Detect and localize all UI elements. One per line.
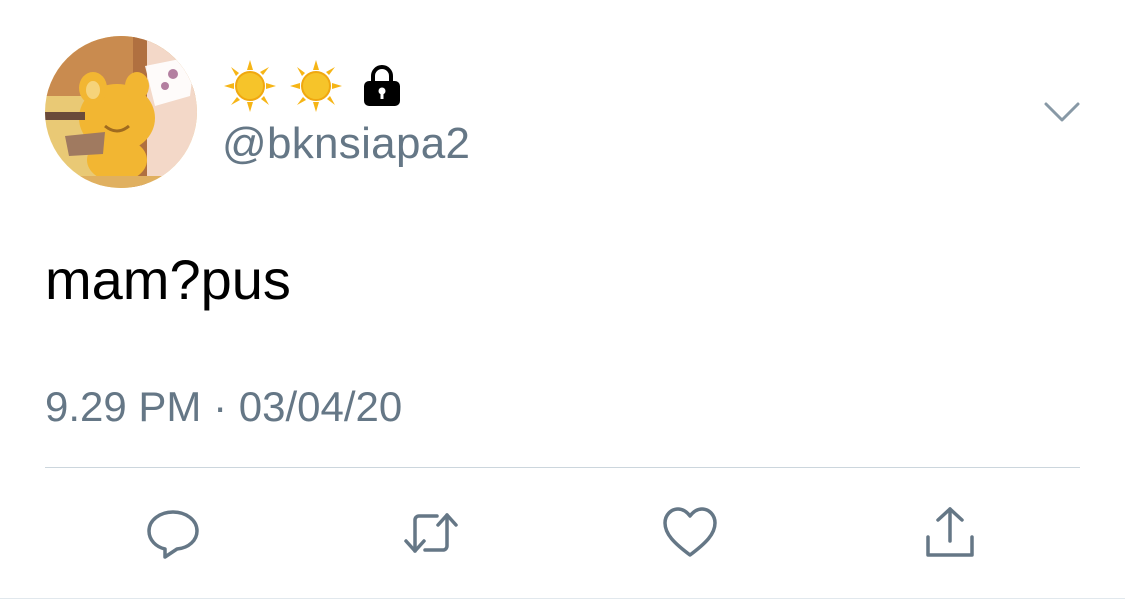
tweet-detail: @bknsiapa2 mam?pus 9.29 PM · 03/04/20 (0, 0, 1125, 601)
sun-emoji-icon (290, 60, 342, 112)
divider (45, 467, 1080, 468)
avatar-image (45, 36, 197, 188)
lock-icon (364, 65, 400, 106)
retweet-button[interactable] (401, 503, 461, 563)
share-icon (926, 507, 974, 557)
sun-emoji-icon (224, 60, 276, 112)
avatar[interactable] (45, 36, 197, 188)
like-button[interactable] (660, 503, 720, 563)
tweet-timestamp[interactable]: 9.29 PM · 03/04/20 (45, 382, 402, 432)
retweet-icon (404, 513, 458, 553)
chevron-down-icon (1044, 102, 1080, 122)
tweet-menu-button[interactable] (1040, 94, 1084, 130)
display-name[interactable] (222, 58, 404, 114)
heart-icon (663, 507, 717, 557)
tweet-text: mam?pus (45, 248, 291, 311)
reply-button[interactable] (143, 503, 203, 563)
bottom-divider (0, 598, 1125, 599)
reply-icon (147, 510, 199, 559)
user-handle[interactable]: @bknsiapa2 (222, 118, 470, 170)
share-button[interactable] (920, 503, 980, 563)
